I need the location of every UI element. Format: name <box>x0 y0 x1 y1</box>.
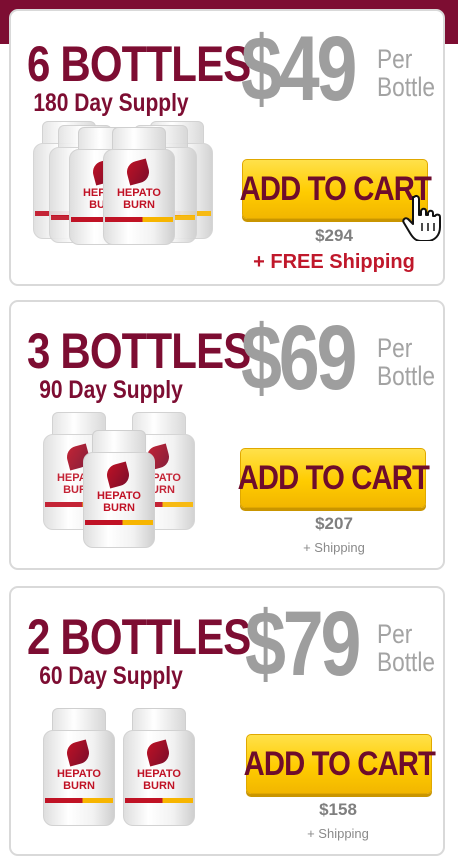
offer-quantity: 6 BOTTLES <box>27 36 251 92</box>
offer-supply: 90 Day Supply <box>39 376 183 404</box>
offer-supply: 60 Day Supply <box>39 662 183 690</box>
offer-quantity: 2 BOTTLES <box>27 609 251 665</box>
product-bottle: HEPATOBURN <box>123 708 195 826</box>
add-to-cart-button[interactable]: ADD TO CART <box>237 448 430 508</box>
shipping-note: + FREE Shipping <box>253 251 415 273</box>
offer-price: $79 <box>245 593 361 695</box>
shipping-note: + Shipping <box>307 826 369 841</box>
offer-price: $49 <box>241 18 357 120</box>
offer-card-2-bottles: 2 BOTTLES 60 Day Supply HEPATO BURN HEPAT… <box>9 586 445 856</box>
per-bottle-label: Per Bottle <box>377 333 435 392</box>
product-bottle: HEPATOBURN <box>83 430 155 548</box>
offer-card-6-bottles: 6 BOTTLES 180 Day Supply HEPATOBURN HEPA… <box>9 9 445 286</box>
offer-price: $69 <box>241 307 357 409</box>
offer-quantity: 3 BOTTLES <box>27 323 251 379</box>
offer-total-price: $207 <box>315 514 353 533</box>
offer-supply: 180 Day Supply <box>33 89 189 117</box>
add-to-cart-button[interactable]: ADD TO CART <box>239 159 432 219</box>
per-bottle-label: Per Bottle <box>377 44 435 103</box>
shipping-note: + Shipping <box>303 540 365 555</box>
pointing-hand-cursor-icon <box>402 194 441 241</box>
per-bottle-label: Per Bottle <box>377 619 435 678</box>
offer-card-3-bottles: 3 BOTTLES 90 Day Supply HEPATO BURN HEPAT… <box>9 300 445 570</box>
offer-total-price: $294 <box>315 226 353 245</box>
offer-total-price: $158 <box>319 800 357 819</box>
product-bottle: HEPATOBURN <box>43 708 115 826</box>
product-bottle: HEPATOBURN <box>103 127 175 245</box>
add-to-cart-button[interactable]: ADD TO CART <box>243 734 436 794</box>
